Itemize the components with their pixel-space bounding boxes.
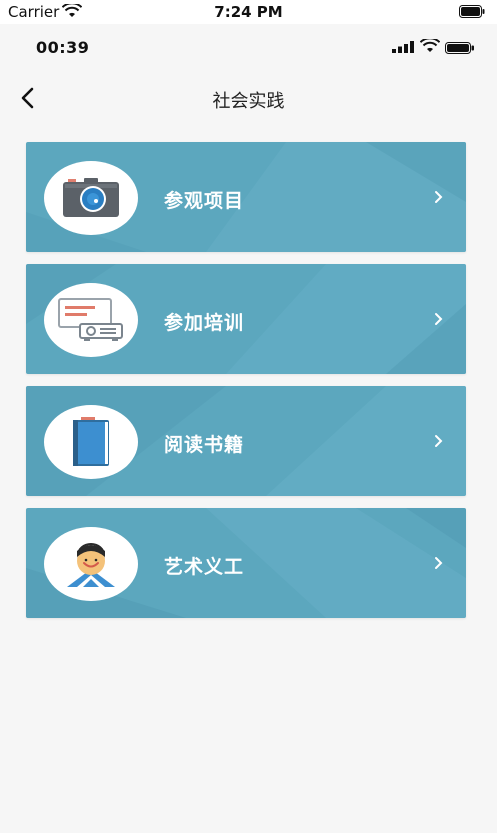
menu-item-visit-project[interactable]: 参观项目 [26,142,466,252]
icon-badge [44,527,138,601]
volunteer-icon [67,543,115,587]
menu-item-art-volunteer[interactable]: 艺术义工 [26,508,466,618]
page-title: 社会实践 [212,91,285,112]
menu-item-label: 艺术义工 [164,556,245,578]
wifi-icon [420,39,440,52]
device-time: 7:24 PM [214,3,283,21]
menu-item-label: 参加培训 [164,312,245,334]
icon-badge [44,283,138,357]
app-time: 00:39 [36,38,90,57]
menu-item-label: 阅读书籍 [164,434,245,456]
battery-icon [445,42,474,54]
icon-badge [44,405,138,479]
chevron-right-icon [435,191,443,203]
menu-item-label: 参观项目 [164,190,245,212]
camera-icon [63,178,119,217]
projector-icon [58,298,123,341]
chevron-right-icon [435,435,443,447]
chevron-right-icon [435,313,443,325]
signal-icon [392,41,414,53]
menu-item-join-training[interactable]: 参加培训 [26,264,466,374]
app-status-bar: 00:39 [0,24,497,74]
chevron-right-icon [435,557,443,569]
icon-badge [44,161,138,235]
book-icon [73,417,109,466]
practice-menu: 参观项目 参加培训 阅读书籍 艺术义工 [26,142,466,630]
navigation-bar: 社会实践 [0,74,497,122]
battery-icon [459,5,485,18]
device-status-bar: Carrier 7:24 PM [0,0,497,24]
menu-item-read-books[interactable]: 阅读书籍 [26,386,466,496]
